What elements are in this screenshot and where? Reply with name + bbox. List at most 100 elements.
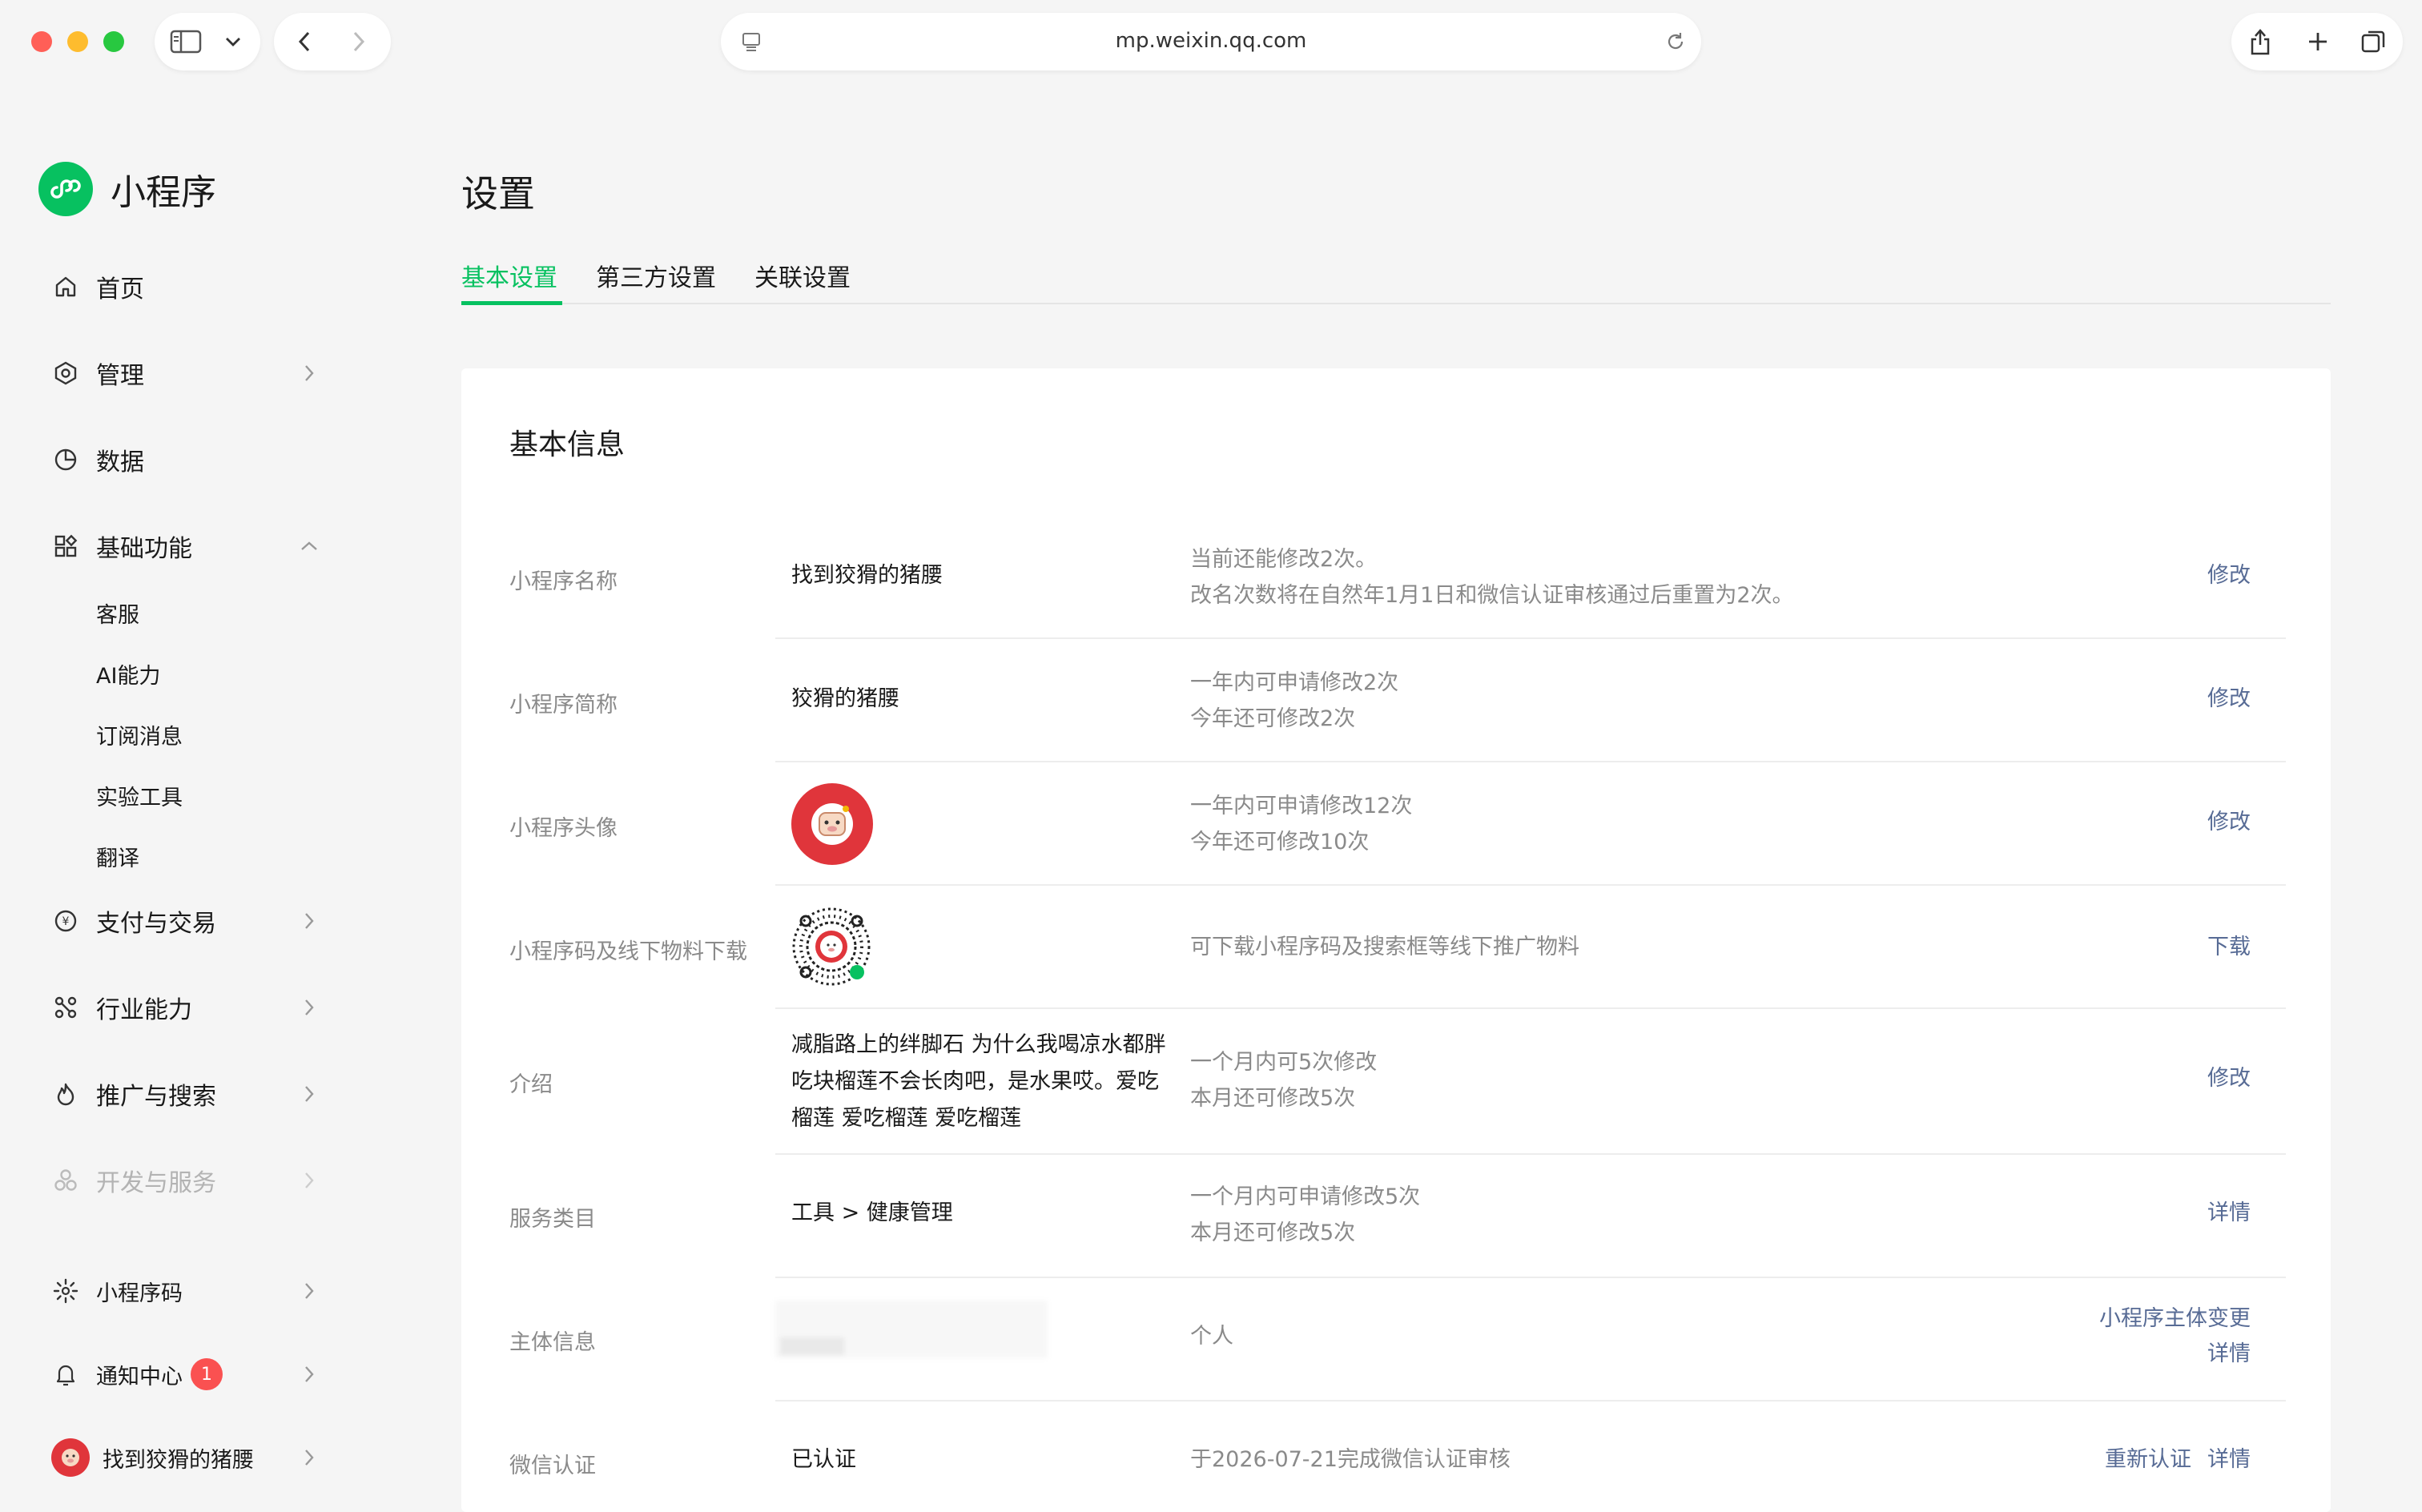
sidebar-item-industry[interactable]: 行业能力 [51, 975, 324, 1040]
edit-intro-link[interactable]: 修改 [2207, 1060, 2251, 1096]
row-desc-short-name: 一年内可申请修改2次 今年还可修改2次 [1190, 670, 1399, 731]
sidebar-subitem-ai[interactable]: AI能力 [96, 658, 160, 690]
sidebar-item-label: 管理 [96, 362, 144, 390]
sidebar-item-label: 小程序码 [96, 1281, 183, 1306]
sidebar-item-payments[interactable]: ¥ 支付与交易 [51, 889, 324, 953]
chevron-right-icon [295, 1080, 324, 1108]
reload-icon[interactable] [1660, 26, 1692, 58]
chevron-right-icon [295, 1166, 324, 1195]
tab-third-party-settings[interactable]: 第三方设置 [596, 258, 716, 293]
window-actions-group [2231, 13, 2403, 70]
row-label-verification: 微信认证 [509, 1454, 596, 1478]
svg-text:¥: ¥ [62, 915, 70, 928]
row-divider [775, 1277, 2286, 1278]
brand-title: 小程序 [111, 172, 216, 213]
history-nav-group [274, 13, 391, 70]
sidebar-item-qrcode[interactable]: 小程序码 [51, 1259, 324, 1323]
share-icon[interactable] [2243, 24, 2278, 59]
sidebar-item-data[interactable]: 数据 [51, 428, 324, 492]
sidebar-subitem-subscription[interactable]: 订阅消息 [96, 719, 183, 750]
sidebar-item-promotion[interactable]: 推广与搜索 [51, 1062, 324, 1126]
tab-linked-settings[interactable]: 关联设置 [754, 258, 851, 293]
sidebar-item-notifications[interactable]: 通知中心 1 [51, 1342, 324, 1406]
tabs-divider [461, 303, 2331, 304]
row-divider [775, 637, 2286, 639]
row-divider [775, 1007, 2286, 1009]
nodes-icon [51, 993, 80, 1022]
row-label-category: 服务类目 [509, 1207, 596, 1232]
forward-icon[interactable] [341, 24, 376, 59]
chevron-right-icon [295, 907, 324, 935]
category-details-link[interactable]: 详情 [2207, 1195, 2251, 1231]
sidebar-item-home[interactable]: 首页 [51, 255, 324, 319]
chevron-right-icon [295, 1443, 324, 1472]
entity-change-link[interactable]: 小程序主体变更 [2099, 1301, 2251, 1337]
chevron-right-icon [295, 359, 324, 388]
url-text: mp.weixin.qq.com [1115, 29, 1307, 53]
mini-program-intro: 减脂路上的绊脚石 为什么我喝凉水都胖 吃块榴莲不会长肉吧，是水果哎。爱吃榴莲 爱… [791, 1032, 1166, 1131]
verification-details-link[interactable]: 详情 [2207, 1442, 2251, 1478]
address-bar[interactable]: mp.weixin.qq.com [721, 13, 1701, 70]
row-divider [775, 1153, 2286, 1155]
brand[interactable]: 小程序 [38, 160, 216, 218]
pie-chart-icon [51, 445, 80, 474]
window-zoom-button[interactable] [103, 31, 124, 52]
mini-program-code-image [791, 907, 871, 987]
row-label-name: 小程序名称 [509, 569, 618, 594]
sidebar-icon[interactable] [166, 24, 206, 59]
row-desc-name: 当前还能修改2次。 改名次数将在自然年1月1日和微信认证审核通过后重置为2次。 [1190, 547, 1794, 608]
sidebar-item-label: 首页 [96, 275, 144, 304]
window-minimize-button[interactable] [67, 31, 88, 52]
sidebar-item-label: 数据 [96, 448, 144, 477]
row-desc-qrcode: 可下载小程序码及搜索框等线下推广物料 [1190, 935, 1579, 959]
row-label-short-name: 小程序简称 [509, 693, 618, 718]
edit-name-link[interactable]: 修改 [2207, 557, 2251, 593]
sidebar-toggle-group [155, 13, 260, 70]
row-label-intro: 介绍 [509, 1072, 553, 1097]
active-tab-indicator [461, 301, 562, 305]
sidebar-item-label: 支付与交易 [96, 910, 216, 938]
sidebar-item-account[interactable]: 找到狡猾的猪腰 [51, 1426, 324, 1490]
mini-program-name: 找到狡猾的猪腰 [791, 563, 943, 588]
entity-details-link[interactable]: 详情 [2207, 1336, 2251, 1372]
sidebar-subitem-customer-service[interactable]: 客服 [96, 597, 139, 629]
basic-info-card: 基本信息 小程序名称 找到狡猾的猪腰 当前还能修改2次。 改名次数将在自然年1月… [461, 368, 2331, 1512]
sidebar-item-label: 行业能力 [96, 996, 192, 1024]
hexagon-icon [51, 359, 80, 388]
tabs-overview-icon[interactable] [2356, 24, 2392, 59]
window-close-button[interactable] [31, 31, 52, 52]
sidebar-item-label: 找到狡猾的猪腰 [103, 1447, 254, 1473]
sidebar-item-manage[interactable]: 管理 [51, 341, 324, 405]
re-verify-link[interactable]: 重新认证 [2105, 1442, 2191, 1478]
edit-avatar-link[interactable]: 修改 [2207, 804, 2251, 840]
sidebar-item-label: 推广与搜索 [96, 1083, 216, 1111]
sidebar-subitem-translate[interactable]: 翻译 [96, 841, 139, 872]
row-desc-entity: 个人 [1190, 1324, 1233, 1349]
sidebar-subitem-lab-tools[interactable]: 实验工具 [96, 780, 183, 811]
new-tab-icon[interactable] [2300, 24, 2336, 59]
download-materials-link[interactable]: 下载 [2207, 929, 2251, 965]
row-label-entity: 主体信息 [509, 1330, 596, 1355]
tab-basic-settings[interactable]: 基本设置 [461, 258, 557, 293]
back-icon[interactable] [287, 24, 322, 59]
row-label-qrcode: 小程序码及线下物料下载 [509, 939, 747, 964]
sidebar-item-label: 基础功能 [96, 535, 192, 563]
sidebar-item-development[interactable]: 开发与服务 [51, 1148, 324, 1212]
edit-short-name-link[interactable]: 修改 [2207, 681, 2251, 717]
chevron-right-icon [295, 1360, 324, 1389]
sidebar-item-basic-functions[interactable]: 基础功能 [51, 514, 324, 578]
chevron-right-icon [295, 993, 324, 1022]
mini-program-logo-icon [38, 162, 93, 216]
chevron-down-icon[interactable] [215, 24, 251, 59]
verification-status: 已认证 [791, 1447, 856, 1472]
section-title: 基本信息 [509, 428, 626, 461]
chevron-up-icon [295, 532, 324, 561]
sunburst-icon [51, 1277, 80, 1305]
circles-icon [51, 1166, 80, 1195]
page-title: 设置 [461, 172, 535, 215]
flame-icon [51, 1080, 80, 1108]
sidebar-item-label: 开发与服务 [96, 1169, 216, 1197]
notification-badge: 1 [191, 1358, 223, 1390]
row-desc-avatar: 一年内可申请修改12次 今年还可修改10次 [1190, 794, 1413, 855]
yen-icon: ¥ [51, 907, 80, 935]
